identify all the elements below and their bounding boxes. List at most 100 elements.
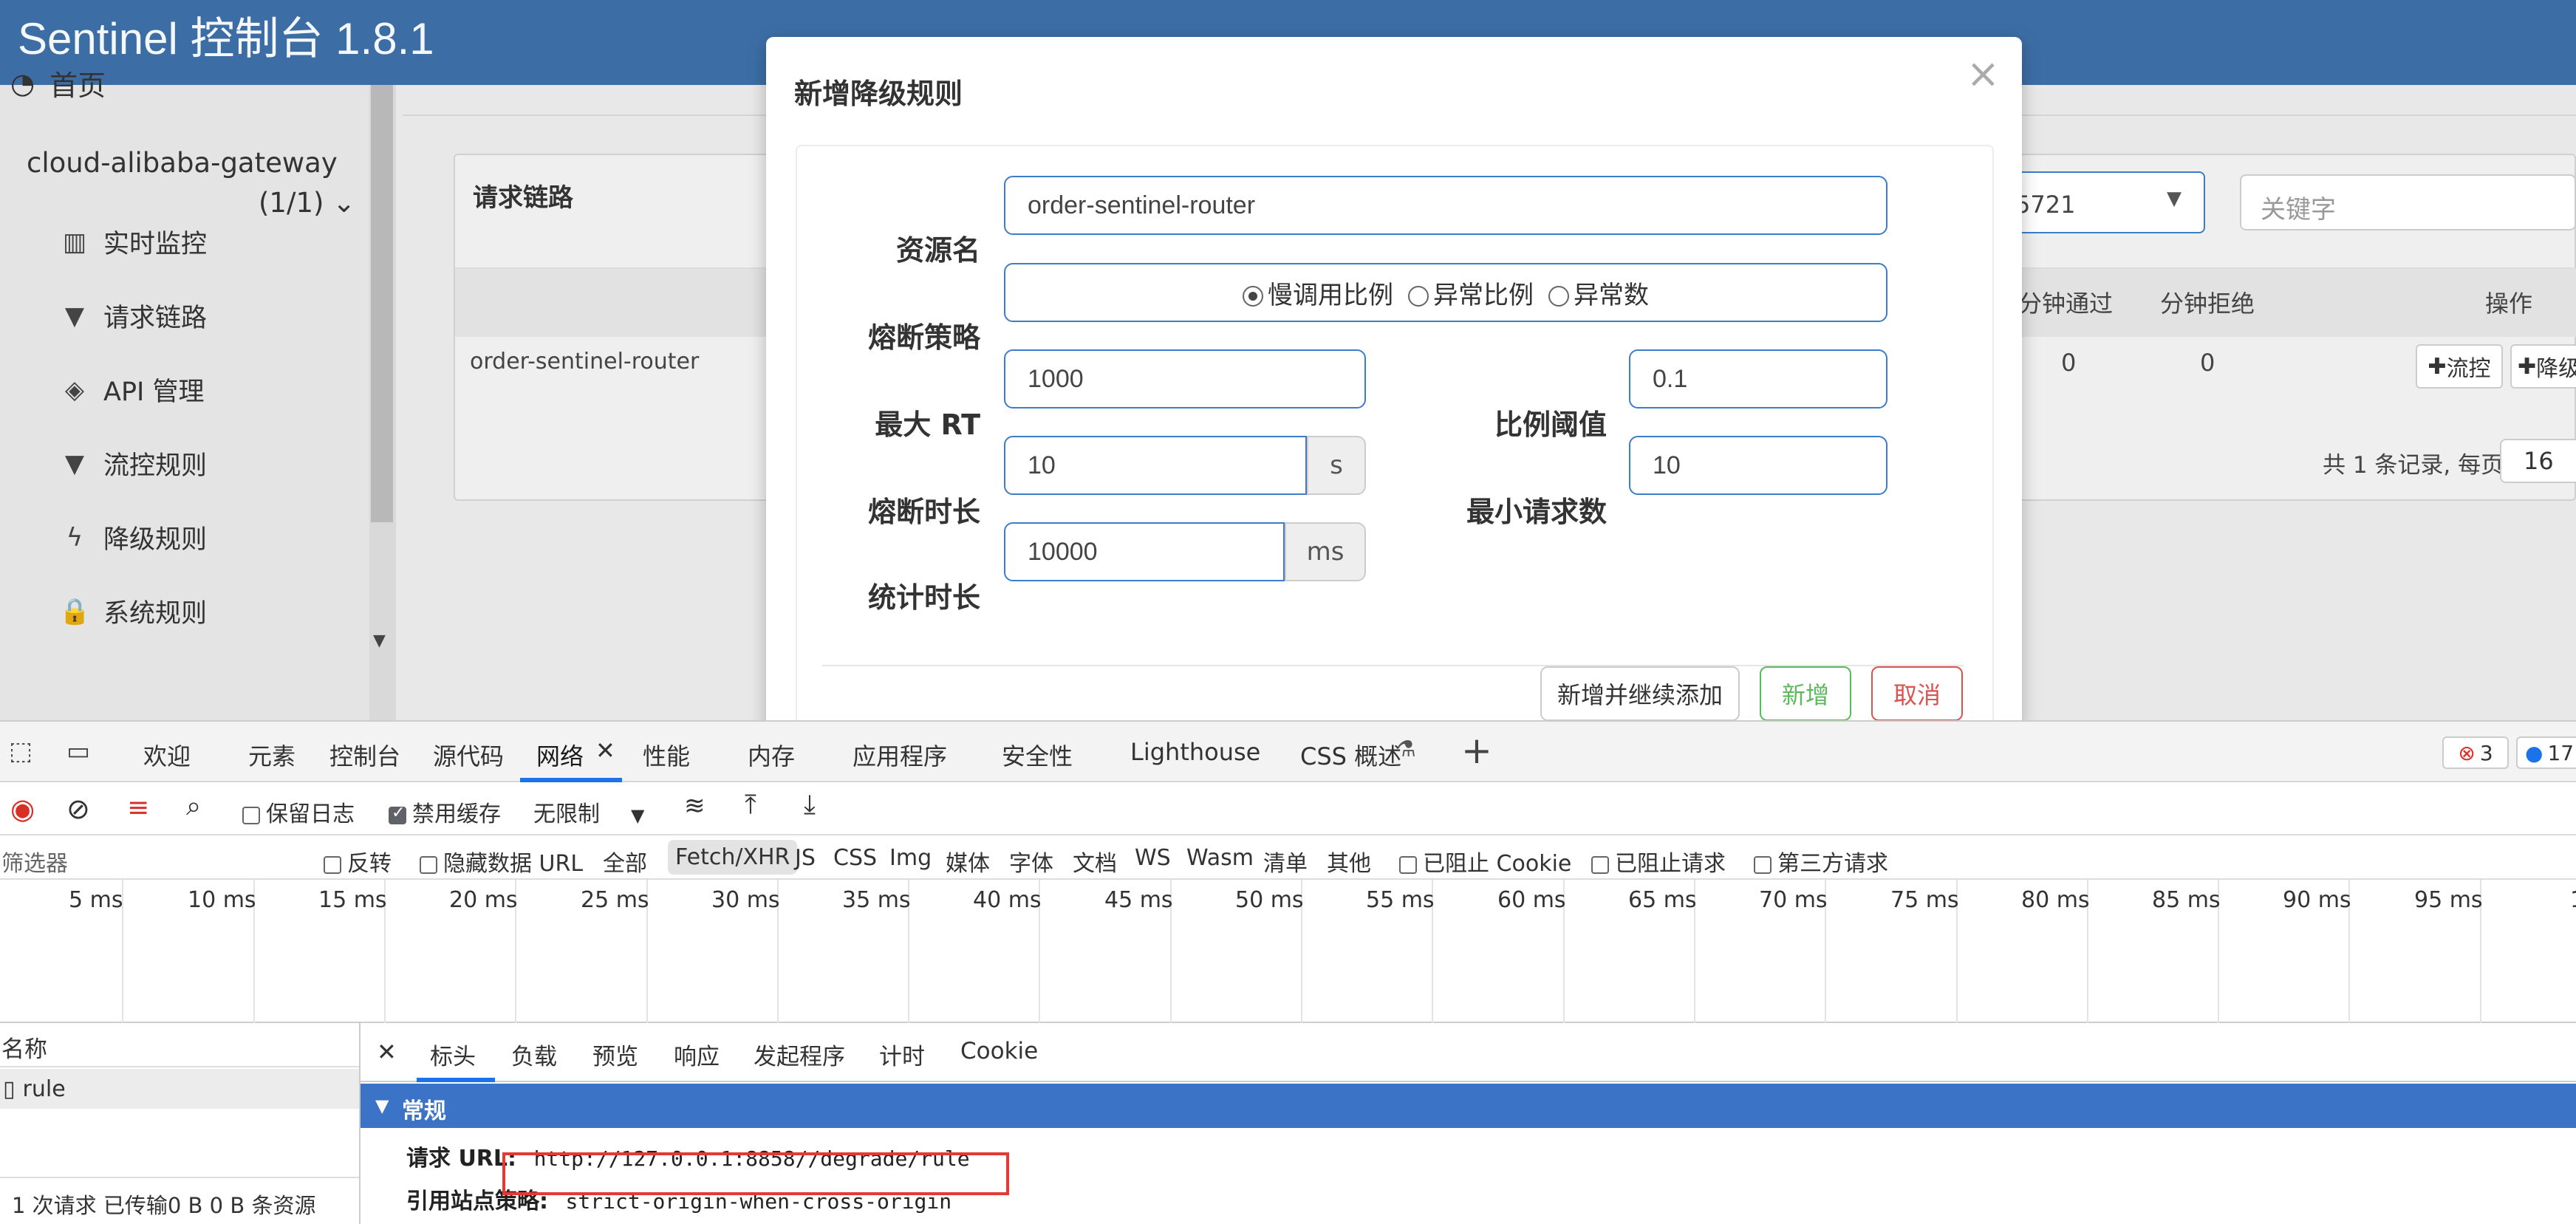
search-icon[interactable]: ⌕ <box>186 791 201 822</box>
hide-data-url-checkbox[interactable]: 隐藏数据 URL <box>420 845 583 878</box>
tab-memory[interactable]: 内存 <box>748 738 795 772</box>
invert-checkbox[interactable]: 反转 <box>324 845 392 878</box>
panel-title: 请求链路 <box>473 183 573 213</box>
sidebar-item-request-chain[interactable]: ▼ 请求链路 <box>59 297 207 335</box>
tab-lighthouse[interactable]: Lighthouse <box>1130 738 1260 766</box>
request-names-pane: 名称 ▯ rule 1 次请求 已传输0 B 0 B 条资源 <box>0 1023 361 1224</box>
clear-icon[interactable]: ⊘ <box>66 793 90 825</box>
timeline-tick: 55 ms <box>1366 880 1435 1023</box>
close-tab-icon[interactable]: ✕ <box>595 736 615 765</box>
tab-css-overview[interactable]: CSS 概述 <box>1300 738 1401 772</box>
tab-application[interactable]: 应用程序 <box>853 738 947 772</box>
add-and-continue-button[interactable]: 新增并继续添加 <box>1540 666 1740 720</box>
message-count-badge[interactable]: ● 17 <box>2516 736 2576 769</box>
filter-type-ws[interactable]: WS <box>1135 845 1171 871</box>
general-section-header[interactable]: ▼ 常规 <box>361 1084 2576 1128</box>
request-name: rule <box>22 1076 66 1102</box>
tab-elements[interactable]: 元素 <box>248 738 295 772</box>
strategy-option-count[interactable]: 异常数 <box>1548 275 1649 311</box>
filter-icon[interactable]: ≡ <box>127 793 149 823</box>
filter-type-media[interactable]: 媒体 <box>946 845 990 878</box>
url-highlight-box <box>502 1152 1009 1195</box>
tab-performance[interactable]: 性能 <box>643 738 690 772</box>
tab-sources[interactable]: 源代码 <box>433 738 504 772</box>
detail-tab-preview[interactable]: 预览 <box>592 1038 638 1071</box>
disable-cache-checkbox[interactable]: 禁用缓存 <box>389 796 501 828</box>
detail-tab-initiator[interactable]: 发起程序 <box>754 1038 845 1071</box>
sidebar-item-realtime[interactable]: ▥ 实时监控 <box>59 223 207 261</box>
min-request-input[interactable]: 10 <box>1629 436 1887 495</box>
app-title[interactable]: Sentinel 控制台 1.8.1 <box>18 3 434 67</box>
blocked-requests-checkbox[interactable]: 已阻止请求 <box>1591 845 1726 878</box>
page-size-input[interactable]: 16 <box>2500 439 2576 483</box>
duration-input[interactable]: 10 <box>1004 436 1307 495</box>
sidebar-home[interactable]: ◔ 首页 <box>10 63 106 103</box>
document-icon: ▯ <box>3 1076 16 1102</box>
network-conditions-icon[interactable]: ≋ <box>684 791 706 821</box>
detail-tab-payload[interactable]: 负载 <box>511 1038 557 1071</box>
filter-type-fetch-xhr[interactable]: Fetch/XHR <box>668 840 798 875</box>
strategy-option-slow[interactable]: 慢调用比例 <box>1243 275 1393 311</box>
flow-button[interactable]: ✚ 流控 <box>2416 344 2503 389</box>
timeline-tick-label: 100 <box>2570 887 2576 913</box>
device-toolbar-icon[interactable]: ▭ <box>66 736 90 766</box>
sidebar-item-api[interactable]: ◈ API 管理 <box>59 371 205 408</box>
more-tabs-plus-icon[interactable]: + <box>1461 729 1492 772</box>
close-icon[interactable]: × <box>1967 50 2000 97</box>
filter-type-js[interactable]: JS <box>795 845 816 871</box>
stat-duration-input[interactable]: 10000 <box>1004 522 1285 581</box>
record-stop-icon[interactable]: ◉ <box>10 793 35 825</box>
ratio-input[interactable]: 0.1 <box>1629 349 1887 408</box>
add-button[interactable]: 新增 <box>1760 666 1851 720</box>
request-row[interactable]: ▯ rule <box>0 1069 359 1109</box>
detail-tab-cookies[interactable]: Cookie <box>960 1038 1038 1064</box>
network-timeline[interactable]: 5 ms 10 ms 15 ms 20 ms 25 ms 30 ms 35 ms 40 ms 4… <box>0 880 2576 1023</box>
cancel-button[interactable]: 取消 <box>1871 666 1963 720</box>
timeline-tick-label: 95 ms <box>2414 887 2483 913</box>
filter-type-font[interactable]: 字体 <box>1009 845 1053 878</box>
preserve-log-checkbox[interactable]: 保留日志 <box>242 796 355 828</box>
degrade-button[interactable]: ✚降级 <box>2510 344 2576 389</box>
max-rt-label: 最大 RT <box>875 408 980 441</box>
filter-type-img[interactable]: Img <box>889 845 932 871</box>
keyword-input[interactable]: 关键字 <box>2240 174 2576 230</box>
stat-duration-value: 10000 <box>1028 537 1098 566</box>
timeline-tick-label: 45 ms <box>1104 887 1173 913</box>
app-name[interactable]: cloud-alibaba-gateway <box>27 147 338 179</box>
detail-tab-timing[interactable]: 计时 <box>879 1038 925 1071</box>
third-party-checkbox[interactable]: 第三方请求 <box>1754 845 1888 878</box>
import-har-icon[interactable]: ⤒ <box>745 790 756 821</box>
filter-type-all[interactable]: 全部 <box>603 845 647 878</box>
scroll-down-icon[interactable]: ▼ <box>373 632 386 650</box>
strategy-option-ratio[interactable]: 异常比例 <box>1408 275 1534 311</box>
app-count[interactable]: (1/1) ⌄ <box>259 187 355 219</box>
tab-network[interactable]: 网络 <box>536 738 584 772</box>
sidebar-item-flow-rules[interactable]: ▼ 流控规则 <box>59 445 207 482</box>
tab-welcome[interactable]: 欢迎 <box>143 738 191 772</box>
caret-down-icon: ▼ <box>631 805 645 826</box>
invert-label: 反转 <box>347 851 392 877</box>
filter-type-other[interactable]: 其他 <box>1327 845 1371 878</box>
export-har-icon[interactable]: ⤓ <box>804 790 816 821</box>
blocked-cookies-checkbox[interactable]: 已阻止 Cookie <box>1399 845 1571 878</box>
plus-icon: ✚ <box>2428 353 2447 380</box>
max-rt-input[interactable]: 1000 <box>1004 349 1366 408</box>
filter-input[interactable]: 筛选器 <box>1 845 68 878</box>
sidebar-item-degrade-rules[interactable]: ϟ 降级规则 <box>59 519 207 556</box>
sidebar-item-system-rules[interactable]: 🔒 系统规则 <box>59 592 207 630</box>
timeline-tick-label: 20 ms <box>449 887 518 913</box>
detail-tab-headers[interactable]: 标头 <box>430 1038 476 1071</box>
filter-type-manifest[interactable]: 清单 <box>1263 845 1308 878</box>
resource-input[interactable]: order-sentinel-router <box>1004 176 1887 235</box>
tab-console[interactable]: 控制台 <box>329 738 400 772</box>
inspect-element-icon[interactable]: ⬚ <box>9 736 33 766</box>
sidebar-item-label: API 管理 <box>103 377 205 407</box>
error-count-badge[interactable]: ⊗ 3 <box>2442 736 2509 769</box>
filter-type-wasm[interactable]: Wasm <box>1186 845 1254 871</box>
tab-security[interactable]: 安全性 <box>1002 738 1073 772</box>
filter-type-doc[interactable]: 文档 <box>1073 845 1117 878</box>
throttle-select[interactable]: 无限制 ▼ <box>533 796 644 828</box>
close-details-icon[interactable]: ✕ <box>377 1038 397 1066</box>
filter-type-css[interactable]: CSS <box>833 845 877 871</box>
detail-tab-response[interactable]: 响应 <box>674 1038 720 1071</box>
